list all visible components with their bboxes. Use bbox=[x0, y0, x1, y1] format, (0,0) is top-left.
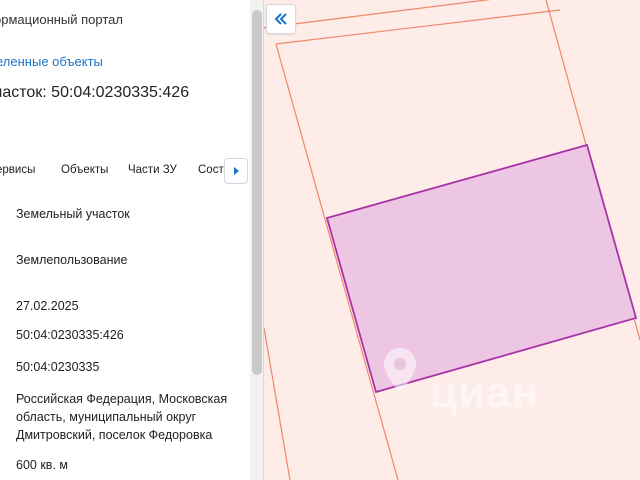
collapse-panel-button[interactable] bbox=[266, 4, 296, 34]
portal-title: ормационный портал bbox=[0, 12, 123, 27]
watermark-text: циан bbox=[430, 368, 540, 417]
field-ownership-type: Землепользование bbox=[16, 253, 128, 267]
double-chevron-left-icon bbox=[274, 13, 287, 25]
field-object-type: Земельный участок bbox=[16, 207, 130, 221]
triangle-right-icon bbox=[234, 167, 239, 175]
info-panel: ормационный портал еленные объекты часто… bbox=[0, 0, 264, 480]
selected-objects-link[interactable]: еленные объекты bbox=[0, 54, 103, 69]
tab-parcel-parts[interactable]: Части ЗУ bbox=[128, 164, 177, 176]
location-pin-icon bbox=[384, 348, 416, 392]
field-cadastral-number: 50:04:0230335:426 bbox=[16, 328, 124, 342]
tab-services[interactable]: ервисы bbox=[0, 164, 35, 176]
field-address: Российская Федерация, Московская область… bbox=[16, 392, 228, 442]
panel-tabs: ервисы Объекты Части ЗУ Соста bbox=[0, 160, 250, 184]
tabs-next-button[interactable] bbox=[224, 158, 248, 184]
field-quarter-number: 50:04:0230335 bbox=[16, 360, 100, 374]
tab-objects[interactable]: Объекты bbox=[61, 164, 108, 176]
field-area: 600 кв. м bbox=[16, 458, 68, 472]
field-date: 27.02.2025 bbox=[16, 299, 79, 313]
panel-scrollbar-thumb[interactable] bbox=[252, 10, 262, 375]
parcel-heading: часток: 50:04:0230335:426 bbox=[0, 84, 190, 101]
